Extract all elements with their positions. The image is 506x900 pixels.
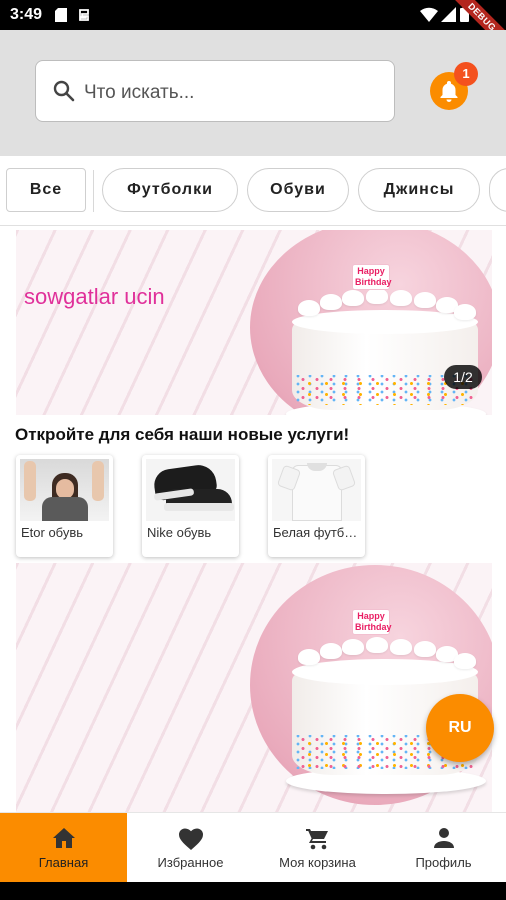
category-bar: Все Футболки Обуви Джинсы (0, 156, 506, 226)
search-icon (53, 80, 75, 102)
sd-card-icon (55, 8, 67, 22)
product-image (20, 459, 109, 521)
promo-banner-2[interactable]: Happy Birthday (16, 563, 492, 812)
nav-item-cart[interactable]: Моя корзина (254, 813, 381, 883)
nav-label: Главная (38, 855, 89, 870)
wifi-icon (420, 7, 438, 22)
home-icon (52, 828, 75, 848)
nav-label: Моя корзина (279, 855, 356, 870)
search-placeholder: Что искать... (84, 82, 195, 103)
category-divider (93, 170, 94, 212)
service-card-label: Белая футболка (273, 525, 361, 540)
service-card-white-tshirt[interactable]: Белая футболка (268, 455, 365, 557)
service-card-label: Etor обувь (21, 525, 84, 540)
bottom-navigation: Главная Избранное Моя корзина Профиль (0, 812, 506, 883)
app-header: Что искать... 1 (0, 30, 506, 156)
status-bar: 3:49 DEBUG (0, 0, 506, 58)
product-image (272, 459, 361, 521)
section-title: Откройте для себя наши новые услуги! (15, 425, 350, 444)
service-card-label: Nike обувь (147, 525, 212, 540)
banner-page-indicator: 1/2 (444, 365, 482, 389)
person-icon (433, 828, 454, 848)
nav-item-profile[interactable]: Профиль (381, 813, 506, 883)
sync-icon (79, 9, 89, 21)
nav-item-home[interactable]: Главная (0, 813, 127, 883)
category-chip-jeans[interactable]: Джинсы (358, 168, 480, 212)
signal-icon (441, 7, 456, 22)
cart-icon (305, 829, 328, 850)
category-chip-shoes[interactable]: Обуви (247, 168, 349, 212)
notification-badge: 1 (454, 62, 478, 86)
service-card-etor-shoes[interactable]: Etor обувь (16, 455, 113, 557)
banner-title: sowgatlar ucin (24, 284, 165, 309)
bell-icon (440, 81, 458, 102)
search-input[interactable]: Что искать... (35, 60, 395, 122)
heart-icon (178, 828, 203, 850)
nav-item-favorites[interactable]: Избранное (127, 813, 254, 883)
nav-label: Профиль (415, 855, 472, 870)
promo-banner-1[interactable]: Happy Birthday sowgatlar ucin 1/2 (16, 230, 492, 415)
language-button[interactable]: RU (426, 694, 494, 762)
cake-topper: Happy Birthday (352, 264, 392, 290)
cake-topper: Happy Birthday (352, 609, 392, 635)
status-time: 3:49 (10, 6, 43, 23)
product-image (146, 459, 235, 521)
category-chip-tshirts[interactable]: Футболки (102, 168, 238, 212)
service-card-nike-shoes[interactable]: Nike обувь (142, 455, 239, 557)
category-chip-more[interactable] (489, 168, 506, 212)
category-chip-all[interactable]: Все (6, 168, 86, 212)
system-navigation-bar (0, 882, 506, 900)
nav-label: Избранное (157, 855, 224, 870)
